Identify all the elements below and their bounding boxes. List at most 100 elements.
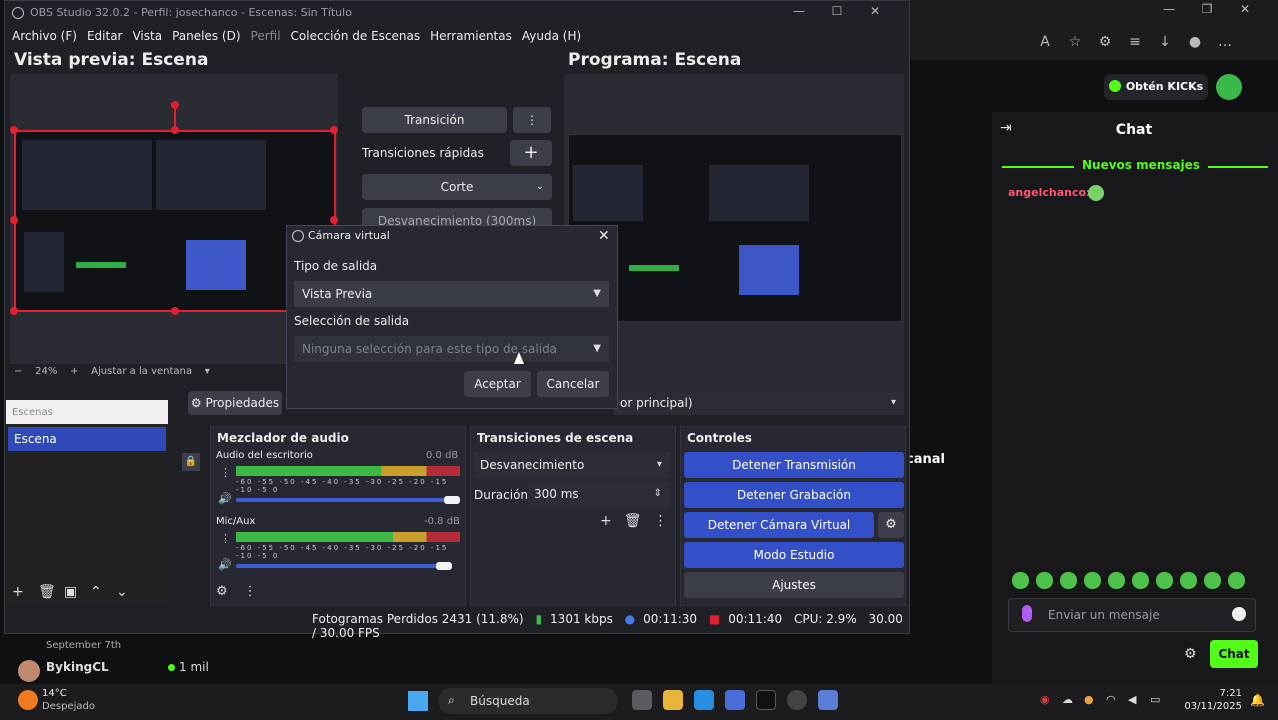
smile-icon[interactable] bbox=[1232, 607, 1246, 621]
desktop-volume-knob[interactable] bbox=[444, 496, 460, 504]
emote-icon[interactable] bbox=[1228, 572, 1245, 589]
temperature[interactable]: 14°C bbox=[42, 688, 67, 699]
emote-icon[interactable] bbox=[1036, 572, 1053, 589]
emote-icon[interactable] bbox=[1084, 572, 1101, 589]
move-down-icon[interactable]: ⌄ bbox=[116, 584, 142, 600]
chevron-down-icon[interactable]: ▾ bbox=[205, 366, 210, 377]
studio-mode-button[interactable]: Modo Estudio bbox=[684, 542, 904, 568]
settings-app-icon[interactable] bbox=[818, 690, 838, 710]
cut-transition-button[interactable]: Corte ⌄ bbox=[362, 174, 552, 200]
stop-virtual-camera-button[interactable]: Detener Cámara Virtual bbox=[684, 512, 874, 538]
move-up-icon[interactable]: ⌃ bbox=[90, 584, 116, 600]
extensions-icon[interactable]: ⚙ bbox=[1090, 34, 1120, 50]
more-icon[interactable]: … bbox=[1210, 34, 1240, 50]
output-type-select[interactable]: Vista Previa ▼ bbox=[294, 281, 609, 307]
resize-handle[interactable] bbox=[171, 307, 179, 315]
speaker-icon[interactable]: 🔊 bbox=[218, 492, 232, 505]
settings-button[interactable]: Ajustes bbox=[684, 572, 904, 598]
maximize-icon[interactable]: ☐ bbox=[818, 4, 856, 18]
weather-text[interactable]: Despejado bbox=[42, 701, 95, 712]
menu-archivo[interactable]: Archivo (F) bbox=[12, 29, 77, 43]
minimize-icon[interactable]: — bbox=[1150, 2, 1188, 16]
favorites-icon[interactable]: ≡ bbox=[1120, 34, 1150, 50]
channel-link[interactable]: canal bbox=[906, 452, 945, 467]
monitor-select[interactable]: or principal) ▾ bbox=[614, 391, 904, 415]
duration-input[interactable]: 300 ms ⇕ bbox=[528, 482, 670, 506]
emote-icon[interactable] bbox=[1156, 572, 1173, 589]
emote-icon[interactable] bbox=[1012, 572, 1029, 589]
emote-icon[interactable] bbox=[1204, 572, 1221, 589]
obs-icon[interactable] bbox=[787, 690, 807, 710]
fit-window-option[interactable]: Ajustar a la ventana bbox=[91, 366, 192, 377]
notifications-icon[interactable]: 🔔 bbox=[1250, 693, 1265, 707]
favorite-icon[interactable]: ☆ bbox=[1060, 34, 1090, 50]
stop-recording-button[interactable]: Detener Grabación bbox=[684, 482, 904, 508]
chat-username[interactable]: angelchanco: bbox=[1008, 186, 1090, 199]
output-selection-select[interactable]: Ninguna selección para este tipo de sali… bbox=[294, 336, 609, 362]
close-icon[interactable]: ✕ bbox=[856, 4, 894, 18]
menu-paneles[interactable]: Paneles (D) bbox=[172, 29, 240, 43]
close-icon[interactable]: ✕ bbox=[598, 228, 610, 244]
emote-icon[interactable] bbox=[1108, 572, 1125, 589]
menu-ayuda[interactable]: Ayuda (H) bbox=[522, 29, 581, 43]
zoom-in-icon[interactable]: + bbox=[70, 366, 78, 377]
mixer-menu-icon[interactable]: ⋮ bbox=[220, 532, 231, 545]
menu-herramientas[interactable]: Herramientas bbox=[430, 29, 512, 43]
scene-list-item[interactable]: Escena bbox=[8, 427, 166, 451]
mixer-menu-icon[interactable]: ⋮ bbox=[220, 466, 231, 479]
mic-icon[interactable] bbox=[1022, 605, 1032, 622]
taskbar-search[interactable]: Búsqueda bbox=[438, 688, 618, 714]
weather-icon[interactable] bbox=[18, 690, 38, 710]
mic-icon[interactable]: ● bbox=[1084, 693, 1098, 707]
desktop-volume-slider[interactable] bbox=[236, 498, 456, 502]
gear-icon[interactable]: ⚙ bbox=[878, 512, 904, 538]
emote-icon[interactable] bbox=[1180, 572, 1197, 589]
resize-handle[interactable] bbox=[10, 126, 18, 134]
accept-button[interactable]: Aceptar bbox=[464, 371, 531, 397]
edge-icon[interactable] bbox=[694, 690, 714, 710]
spin-arrows-icon[interactable]: ⇕ bbox=[654, 482, 662, 506]
menu-coleccion[interactable]: Colección de Escenas bbox=[291, 29, 421, 43]
rotation-handle[interactable] bbox=[171, 101, 179, 109]
add-quick-transition-button[interactable]: + bbox=[510, 140, 552, 166]
app-tray-icon[interactable]: ◉ bbox=[1040, 693, 1054, 707]
collapse-chat-icon[interactable]: ⇥ bbox=[1000, 120, 1012, 136]
emote-icon[interactable] bbox=[1060, 572, 1077, 589]
filter-icon[interactable]: ▣ bbox=[64, 584, 90, 600]
more-icon[interactable]: ⋮ bbox=[244, 584, 257, 599]
resize-handle[interactable] bbox=[10, 307, 18, 315]
zoom-out-icon[interactable]: − bbox=[14, 366, 22, 377]
send-chat-button[interactable]: Chat bbox=[1210, 640, 1258, 668]
properties-button[interactable]: ⚙ Propiedades bbox=[188, 391, 282, 415]
trash-icon[interactable]: 🗑 bbox=[624, 513, 642, 529]
battery-icon[interactable]: ▭ bbox=[1150, 693, 1164, 707]
store-icon[interactable] bbox=[725, 690, 745, 710]
file-explorer-icon[interactable] bbox=[663, 690, 683, 710]
onedrive-icon[interactable]: ☁ bbox=[1062, 693, 1076, 707]
resize-handle[interactable] bbox=[171, 126, 179, 134]
transition-menu-icon[interactable]: ⋮ bbox=[513, 107, 551, 133]
speaker-icon[interactable]: 🔊 bbox=[218, 558, 232, 571]
restore-icon[interactable]: ❐ bbox=[1188, 2, 1226, 16]
close-icon[interactable]: ✕ bbox=[1226, 2, 1264, 16]
plus-icon[interactable]: + bbox=[600, 513, 612, 529]
volume-icon[interactable]: ◀ bbox=[1128, 693, 1142, 707]
resize-handle[interactable] bbox=[330, 126, 338, 134]
cancel-button[interactable]: Cancelar bbox=[537, 371, 609, 397]
menu-perfil[interactable]: Perfil bbox=[251, 29, 281, 43]
resize-handle[interactable] bbox=[330, 216, 338, 224]
trash-icon[interactable]: 🗑 bbox=[38, 584, 64, 600]
resize-handle[interactable] bbox=[10, 216, 18, 224]
downloads-icon[interactable]: ↓ bbox=[1150, 34, 1180, 50]
minimize-icon[interactable]: — bbox=[780, 4, 818, 18]
transition-select[interactable]: Desvanecimiento ▾ bbox=[474, 452, 670, 478]
gear-icon[interactable]: ⚙ bbox=[216, 584, 228, 599]
emote-icon[interactable] bbox=[1132, 572, 1149, 589]
avatar[interactable] bbox=[18, 660, 40, 682]
read-aloud-icon[interactable]: A bbox=[1030, 34, 1060, 50]
gear-icon[interactable]: ⚙ bbox=[1184, 646, 1197, 662]
wifi-icon[interactable]: ◠ bbox=[1106, 693, 1120, 707]
clock-date[interactable]: 03/11/2025 bbox=[1180, 701, 1242, 712]
profile-icon[interactable]: ● bbox=[1180, 34, 1210, 50]
get-kicks-button[interactable]: Obtén KICKs bbox=[1104, 74, 1208, 100]
